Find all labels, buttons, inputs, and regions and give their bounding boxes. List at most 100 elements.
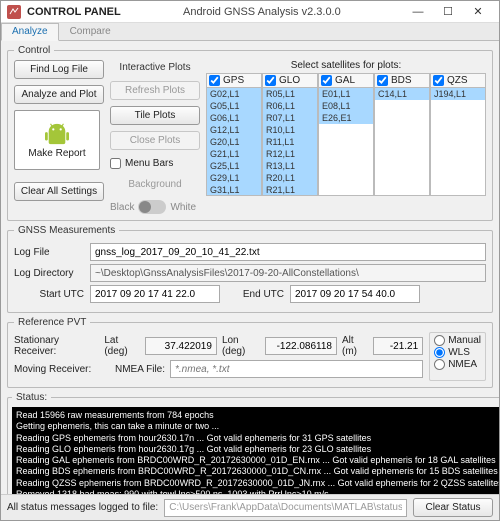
clear-all-button[interactable]: Clear All Settings — [14, 182, 104, 201]
sat-header-gps[interactable]: GPS — [206, 73, 262, 88]
status-legend: Status: — [12, 392, 51, 403]
control-left-column: Find Log File Analyze and Plot Make Repo… — [14, 60, 104, 214]
start-utc-input[interactable] — [90, 285, 220, 303]
sat-item[interactable]: G31,L1 — [207, 184, 261, 196]
stationary-label: Stationary Receiver: — [14, 335, 99, 357]
sat-list-bds[interactable]: C14,L1 — [374, 88, 430, 196]
status-line: Getting ephemeris, this can take a minut… — [16, 421, 499, 432]
sat-checkbox-glo[interactable] — [265, 75, 276, 86]
footer-path-input[interactable] — [164, 499, 407, 517]
main-body: Control Find Log File Analyze and Plot M… — [1, 41, 499, 494]
ref-mode-radios: Manual WLS NMEA — [429, 332, 486, 381]
tab-compare[interactable]: Compare — [59, 23, 122, 40]
status-console[interactable]: Read 15966 raw measurements from 784 epo… — [12, 407, 499, 494]
status-line: Reading QZSS ephemeris from BRDC00WRD_R_… — [16, 478, 499, 489]
sat-item[interactable]: G25,L1 — [207, 160, 261, 172]
sat-list-qzs[interactable]: J194,L1 — [430, 88, 486, 196]
sat-item[interactable]: R07,L1 — [263, 112, 317, 124]
sat-list-glo[interactable]: R05,L1R06,L1R07,L1R10,L1R11,L1R12,L1R13,… — [262, 88, 318, 196]
close-button[interactable]: ✕ — [463, 2, 493, 22]
lon-label: Lon (deg) — [222, 335, 260, 357]
refresh-plots-button[interactable]: Refresh Plots — [110, 81, 200, 100]
log-file-input[interactable] — [90, 243, 486, 261]
lat-input[interactable] — [145, 337, 217, 355]
android-icon — [42, 122, 72, 146]
minimize-button[interactable]: — — [403, 2, 433, 22]
sat-item[interactable]: R05,L1 — [263, 88, 317, 100]
log-file-label: Log File — [14, 247, 84, 258]
control-group: Control Find Log File Analyze and Plot M… — [7, 45, 493, 221]
interactive-plots-column: Interactive Plots Refresh Plots Tile Plo… — [110, 60, 200, 214]
sat-item[interactable]: G05,L1 — [207, 100, 261, 112]
sat-header-bds[interactable]: BDS — [374, 73, 430, 88]
nmea-file-label: NMEA File: — [115, 364, 165, 375]
status-group: Status: Read 15966 raw measurements from… — [7, 392, 499, 494]
sat-item[interactable]: G12,L1 — [207, 124, 261, 136]
interactive-plots-label: Interactive Plots — [110, 62, 200, 73]
status-line: Reading BDS ephemeris from BRDC00WRD_R_2… — [16, 466, 499, 477]
find-log-button[interactable]: Find Log File — [14, 60, 104, 79]
menu-bars-checkbox[interactable]: Menu Bars — [110, 158, 200, 169]
sat-item[interactable]: R11,L1 — [263, 136, 317, 148]
alt-label: Alt (m) — [342, 335, 368, 357]
sat-checkbox-qzs[interactable] — [433, 75, 444, 86]
sat-item[interactable]: C14,L1 — [375, 88, 429, 100]
maximize-button[interactable]: ☐ — [433, 2, 463, 22]
sat-checkbox-gps[interactable] — [209, 75, 220, 86]
status-line: Reading GLO ephemeris from hour2630.17g … — [16, 444, 499, 455]
sat-item[interactable]: R10,L1 — [263, 124, 317, 136]
sat-item[interactable]: E01,L1 — [319, 88, 373, 100]
menu-bars-input[interactable] — [110, 158, 121, 169]
sat-item[interactable]: G20,L1 — [207, 136, 261, 148]
sat-item[interactable]: E08,L1 — [319, 100, 373, 112]
analyze-plot-button[interactable]: Analyze and Plot — [14, 85, 104, 104]
make-report-button[interactable]: Make Report — [14, 110, 100, 170]
sat-checkbox-bds[interactable] — [377, 75, 388, 86]
sat-item[interactable]: G02,L1 — [207, 88, 261, 100]
tile-plots-button[interactable]: Tile Plots — [110, 106, 200, 125]
background-toggle-row: Background — [110, 179, 200, 190]
sat-header-qzs[interactable]: QZS — [430, 73, 486, 88]
footer: All status messages logged to file: Clea… — [1, 494, 499, 520]
radio-wls[interactable]: WLS — [434, 347, 481, 358]
sat-item[interactable]: R06,L1 — [263, 100, 317, 112]
app-window: CONTROL PANEL Android GNSS Analysis v2.3… — [0, 0, 500, 521]
satellite-area: Select satellites for plots: GPSG02,L1G0… — [206, 60, 486, 214]
tab-analyze[interactable]: Analyze — [1, 23, 59, 41]
sat-item[interactable]: G06,L1 — [207, 112, 261, 124]
sat-item[interactable]: R20,L1 — [263, 172, 317, 184]
sat-item[interactable]: J194,L1 — [431, 88, 485, 100]
ref-legend: Reference PVT — [14, 317, 90, 328]
radio-nmea[interactable]: NMEA — [434, 359, 481, 370]
sat-checkbox-gal[interactable] — [321, 75, 332, 86]
tab-bar: Analyze Compare — [1, 23, 499, 41]
control-legend: Control — [14, 45, 54, 56]
sat-item[interactable]: R13,L1 — [263, 160, 317, 172]
app-logo-icon — [7, 5, 21, 19]
clear-status-button[interactable]: Clear Status — [413, 498, 493, 517]
nmea-file-input[interactable] — [170, 360, 423, 378]
sat-item[interactable]: G29,L1 — [207, 172, 261, 184]
sat-item[interactable]: R21,L1 — [263, 184, 317, 196]
sat-list-gal[interactable]: E01,L1E08,L1E26,E1 — [318, 88, 374, 196]
footer-label: All status messages logged to file: — [7, 502, 158, 513]
end-utc-input[interactable] — [290, 285, 420, 303]
lon-input[interactable] — [265, 337, 337, 355]
sat-item[interactable]: E26,E1 — [319, 112, 373, 124]
radio-manual[interactable]: Manual — [434, 335, 481, 346]
alt-input[interactable] — [373, 337, 423, 355]
log-dir-input[interactable] — [90, 264, 486, 282]
sat-item[interactable]: R12,L1 — [263, 148, 317, 160]
background-toggle[interactable] — [138, 200, 166, 214]
sat-item[interactable]: G21,L1 — [207, 148, 261, 160]
sat-header-glo[interactable]: GLO — [262, 73, 318, 88]
window-buttons: — ☐ ✕ — [403, 2, 493, 22]
start-utc-label: Start UTC — [14, 289, 84, 300]
sat-header-gal[interactable]: GAL — [318, 73, 374, 88]
satellite-label: Select satellites for plots: — [206, 60, 486, 71]
titlebar: CONTROL PANEL Android GNSS Analysis v2.3… — [1, 1, 499, 23]
sat-list-gps[interactable]: G02,L1G05,L1G06,L1G12,L1G20,L1G21,L1G25,… — [206, 88, 262, 196]
title-control-panel: CONTROL PANEL — [27, 6, 121, 18]
reference-pvt-group: Reference PVT Stationary Receiver: Lat (… — [7, 317, 493, 388]
close-plots-button[interactable]: Close Plots — [110, 131, 200, 150]
